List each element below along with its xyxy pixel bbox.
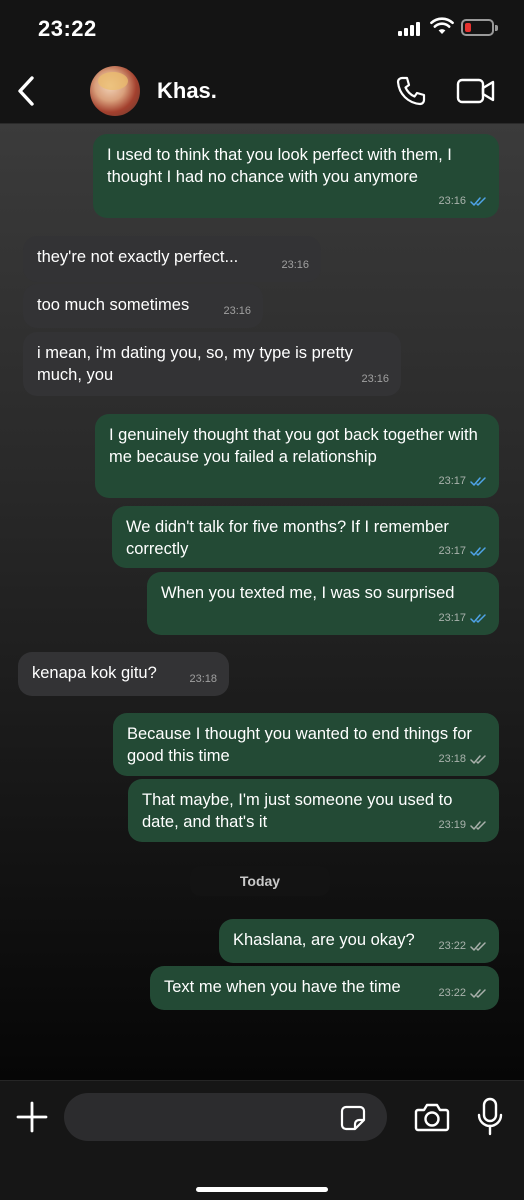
message-meta: 23:17 xyxy=(438,607,487,629)
message-time: 23:17 xyxy=(438,545,466,557)
outgoing-message[interactable]: Khaslana, are you okay? 23:22 xyxy=(219,919,499,963)
message-time: 23:17 xyxy=(438,475,466,487)
contact-name[interactable]: Khas. xyxy=(157,78,217,104)
message-meta: 23:16 xyxy=(223,300,251,322)
sticker-icon[interactable] xyxy=(340,1105,366,1131)
message-text: We didn't talk for five months? If I rem… xyxy=(126,518,449,558)
outgoing-message[interactable]: I used to think that you look perfect wi… xyxy=(93,134,499,218)
message-time: 23:16 xyxy=(223,305,251,317)
incoming-message[interactable]: too much sometimes 23:16 xyxy=(23,284,263,328)
message-meta: 23:16 xyxy=(361,368,389,390)
message-text: When you texted me, I was so surprised xyxy=(161,584,455,602)
message-time: 23:16 xyxy=(438,195,466,207)
message-meta: 23:16 xyxy=(281,254,309,276)
message-meta: 23:17 xyxy=(438,540,487,562)
message-input[interactable] xyxy=(64,1093,387,1141)
message-text: Because I thought you wanted to end thin… xyxy=(127,725,472,765)
outgoing-message[interactable]: Text me when you have the time 23:22 xyxy=(150,966,499,1010)
delivered-ticks-icon xyxy=(470,941,486,951)
chat-area[interactable]: I used to think that you look perfect wi… xyxy=(0,124,524,1080)
message-meta: 23:18 xyxy=(438,748,487,770)
message-text: too much sometimes xyxy=(37,296,190,314)
read-ticks-icon xyxy=(470,476,486,486)
message-time: 23:22 xyxy=(438,940,466,952)
message-text: Khaslana, are you okay? xyxy=(233,931,415,949)
video-call-icon[interactable] xyxy=(456,76,496,106)
outgoing-message[interactable]: I genuinely thought that you got back to… xyxy=(95,414,499,498)
camera-icon[interactable] xyxy=(414,1101,450,1133)
outgoing-message[interactable]: That maybe, I'm just someone you used to… xyxy=(128,779,499,842)
message-meta: 23:19 xyxy=(438,814,487,836)
message-meta: 23:16 xyxy=(438,190,487,212)
day-separator: Today xyxy=(190,866,330,896)
message-time: 23:18 xyxy=(189,673,217,685)
read-ticks-icon xyxy=(470,613,486,623)
battery-icon xyxy=(461,19,498,36)
message-time: 23:16 xyxy=(361,373,389,385)
message-time: 23:22 xyxy=(438,987,466,999)
back-button[interactable] xyxy=(8,70,44,112)
message-time: 23:18 xyxy=(438,753,466,765)
phone-call-icon[interactable] xyxy=(394,74,428,108)
message-meta: 23:22 xyxy=(438,935,487,957)
message-text: I used to think that you look perfect wi… xyxy=(107,146,452,186)
plus-icon[interactable] xyxy=(14,1099,50,1135)
delivered-ticks-icon xyxy=(470,988,486,998)
message-text: i mean, i'm dating you, so, my type is p… xyxy=(37,344,353,384)
message-text: kenapa kok gitu? xyxy=(32,664,157,682)
status-bar: 23:22 xyxy=(0,0,524,58)
read-ticks-icon xyxy=(470,196,486,206)
message-meta: 23:17 xyxy=(438,470,487,492)
delivered-ticks-icon xyxy=(470,820,486,830)
message-text: I genuinely thought that you got back to… xyxy=(109,426,478,466)
message-text: Text me when you have the time xyxy=(164,978,401,996)
home-indicator xyxy=(196,1187,328,1192)
message-meta: 23:22 xyxy=(438,982,487,1004)
message-text: That maybe, I'm just someone you used to… xyxy=(142,791,453,831)
incoming-message[interactable]: i mean, i'm dating you, so, my type is p… xyxy=(23,332,401,396)
input-bar xyxy=(0,1080,524,1200)
read-ticks-icon xyxy=(470,546,486,556)
status-time: 23:22 xyxy=(38,16,97,41)
message-time: 23:17 xyxy=(438,612,466,624)
message-time: 23:19 xyxy=(438,819,466,831)
outgoing-message[interactable]: Because I thought you wanted to end thin… xyxy=(113,713,499,776)
wifi-icon xyxy=(430,17,454,34)
incoming-message[interactable]: they're not exactly perfect... 23:16 xyxy=(23,236,321,282)
delivered-ticks-icon xyxy=(470,754,486,764)
message-meta: 23:18 xyxy=(189,668,217,690)
chat-header: Khas. xyxy=(0,58,524,124)
signal-icon xyxy=(398,22,424,36)
microphone-icon[interactable] xyxy=(476,1097,504,1137)
outgoing-message[interactable]: When you texted me, I was so surprised 23… xyxy=(147,572,499,635)
message-time: 23:16 xyxy=(281,259,309,271)
incoming-message[interactable]: kenapa kok gitu? 23:18 xyxy=(18,652,229,696)
contact-avatar[interactable] xyxy=(90,66,140,116)
outgoing-message[interactable]: We didn't talk for five months? If I rem… xyxy=(112,506,499,568)
message-text: they're not exactly perfect... xyxy=(37,248,239,266)
